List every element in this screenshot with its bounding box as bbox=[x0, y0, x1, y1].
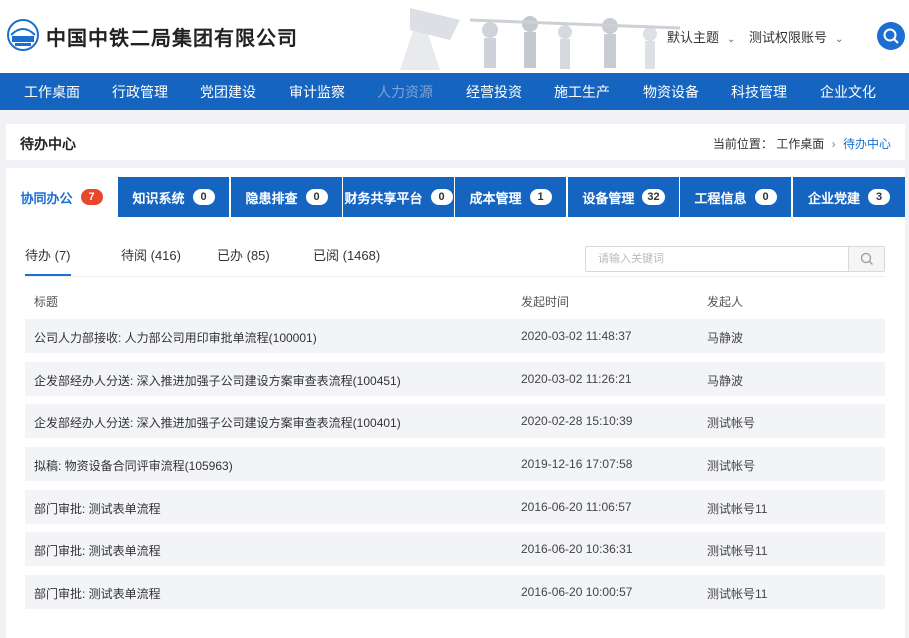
count-badge: 0 bbox=[430, 189, 453, 205]
row-time: 2020-02-28 15:10:39 bbox=[521, 414, 633, 429]
chevron-down-icon: ⌄ bbox=[727, 34, 736, 45]
account-label: 测试权限账号 bbox=[749, 30, 828, 45]
row-time: 2020-03-02 11:26:21 bbox=[521, 371, 632, 386]
nav-item-investment[interactable]: 经营投资 bbox=[466, 73, 522, 110]
nav-item-culture[interactable]: 企业文化 bbox=[820, 73, 876, 110]
chevron-right-icon: › bbox=[831, 137, 836, 151]
main-panel: 协同办公 7 知识系统 0 隐患排查 0 财务共享平台 0 成本管理 1 设备管理 32 工… bbox=[6, 168, 905, 638]
subtab-read[interactable]: 已阅 (1468) bbox=[313, 245, 380, 264]
todo-table: 标题 发起时间 发起人 公司人力部接收: 人力部公司用印审批单流程(100001… bbox=[25, 283, 885, 618]
top-header: 中国中铁二局集团有限公司 默认主题 ⌄ 测试权限账号 ⌄ bbox=[0, 0, 909, 73]
nav-item-audit[interactable]: 审计监察 bbox=[289, 73, 345, 110]
tab-hazard[interactable]: 隐患排查 0 bbox=[231, 177, 342, 217]
nav-item-hr[interactable]: 人力资源 bbox=[377, 73, 433, 110]
nav-item-party[interactable]: 党团建设 bbox=[200, 73, 256, 110]
row-title[interactable]: 企发部经办人分送: 深入推进加强子公司建设方案审查表流程(100401) bbox=[34, 414, 401, 431]
row-initiator: 马静波 bbox=[707, 373, 744, 388]
active-subtab-indicator bbox=[25, 274, 71, 276]
tab-label: 工程信息 bbox=[694, 190, 747, 206]
row-title[interactable]: 公司人力部接收: 人力部公司用印审批单流程(100001) bbox=[34, 329, 317, 346]
count-badge: 32 bbox=[642, 189, 665, 205]
tab-knowledge[interactable]: 知识系统 0 bbox=[118, 177, 229, 217]
row-time: 2016-06-20 11:06:57 bbox=[521, 499, 632, 514]
table-row[interactable]: 部门审批: 测试表单流程 2016-06-20 11:06:57 测试帐号11 bbox=[25, 489, 885, 524]
breadcrumb: 当前位置： 工作桌面 › 待办中心 bbox=[713, 135, 891, 152]
search-button[interactable] bbox=[848, 247, 884, 271]
table-row[interactable]: 部门审批: 测试表单流程 2016-06-20 10:00:57 测试帐号11 bbox=[25, 575, 885, 610]
row-time: 2016-06-20 10:36:31 bbox=[521, 542, 633, 557]
tab-project[interactable]: 工程信息 0 bbox=[680, 177, 791, 217]
keyword-search bbox=[585, 246, 885, 272]
tab-collab[interactable]: 协同办公 7 bbox=[6, 177, 117, 217]
subtab-divider bbox=[25, 276, 885, 277]
count-badge: 1 bbox=[529, 189, 552, 205]
col-header-time: 发起时间 bbox=[521, 295, 570, 309]
table-row[interactable]: 部门审批: 测试表单流程 2016-06-20 10:36:31 测试帐号11 bbox=[25, 532, 885, 567]
main-nav: 工作桌面 行政管理 党团建设 审计监察 人力资源 经营投资 施工生产 物资设备 … bbox=[0, 73, 909, 110]
count-badge: 0 bbox=[192, 189, 215, 205]
page-title: 待办中心 bbox=[20, 136, 76, 152]
row-time: 2016-06-20 10:00:57 bbox=[521, 585, 633, 600]
theme-label: 默认主题 bbox=[667, 30, 720, 45]
table-row[interactable]: 拟稿: 物资设备合同评审流程(105963) 2019-12-16 17:07:… bbox=[25, 447, 885, 482]
row-title[interactable]: 部门审批: 测试表单流程 bbox=[34, 585, 161, 602]
row-initiator: 马静波 bbox=[707, 331, 744, 345]
tab-label: 协同办公 bbox=[20, 190, 73, 206]
col-header-initiator: 发起人 bbox=[707, 295, 744, 309]
nav-item-admin[interactable]: 行政管理 bbox=[112, 73, 168, 110]
row-title[interactable]: 企发部经办人分送: 深入推进加强子公司建设方案审查表流程(100451) bbox=[34, 372, 401, 389]
subtab-done[interactable]: 已办 (85) bbox=[217, 245, 270, 264]
chevron-down-icon: ⌄ bbox=[835, 34, 844, 45]
tab-party-building[interactable]: 企业党建 3 bbox=[793, 177, 905, 217]
search-icon bbox=[860, 252, 873, 265]
col-header-title: 标题 bbox=[34, 295, 59, 309]
row-title[interactable]: 部门审批: 测试表单流程 bbox=[34, 500, 161, 517]
search-icon bbox=[883, 28, 899, 44]
theme-dropdown[interactable]: 默认主题 ⌄ bbox=[667, 27, 735, 46]
count-badge: 7 bbox=[80, 189, 103, 205]
tab-label: 设备管理 bbox=[582, 190, 635, 206]
tab-device[interactable]: 设备管理 32 bbox=[568, 177, 679, 217]
table-row[interactable]: 公司人力部接收: 人力部公司用印审批单流程(100001) 2020-03-02… bbox=[25, 319, 885, 353]
row-initiator: 测试帐号11 bbox=[707, 587, 768, 602]
row-time: 2020-03-02 11:48:37 bbox=[521, 329, 632, 343]
nav-item-construction[interactable]: 施工生产 bbox=[554, 73, 610, 110]
row-initiator: 测试帐号 bbox=[707, 416, 756, 431]
breadcrumb-current: 待办中心 bbox=[842, 137, 891, 151]
row-initiator: 测试帐号11 bbox=[707, 544, 768, 559]
breadcrumb-prefix: 当前位置： bbox=[712, 137, 773, 151]
tab-label: 企业党建 bbox=[807, 190, 860, 206]
company-name: 中国中铁二局集团有限公司 bbox=[46, 28, 298, 50]
subtab-todo[interactable]: 待办 (7) bbox=[25, 245, 71, 264]
search-input[interactable] bbox=[586, 247, 848, 271]
tab-label: 知识系统 bbox=[132, 190, 185, 206]
account-dropdown[interactable]: 测试权限账号 ⌄ bbox=[749, 27, 843, 46]
tab-label: 财务共享平台 bbox=[344, 190, 423, 206]
tab-finance[interactable]: 财务共享平台 0 bbox=[343, 177, 454, 217]
row-initiator: 测试帐号 bbox=[707, 459, 756, 474]
tab-label: 隐患排查 bbox=[245, 190, 298, 206]
row-title[interactable]: 部门审批: 测试表单流程 bbox=[34, 542, 161, 559]
banner-illustration bbox=[380, 0, 700, 73]
nav-item-workdesk[interactable]: 工作桌面 bbox=[24, 73, 80, 110]
count-badge: 3 bbox=[868, 189, 890, 205]
global-search-button[interactable] bbox=[877, 22, 905, 50]
table-header: 标题 发起时间 发起人 bbox=[25, 283, 885, 319]
count-badge: 0 bbox=[754, 189, 777, 205]
company-logo-icon bbox=[7, 19, 39, 51]
nav-item-equipment[interactable]: 物资设备 bbox=[643, 73, 699, 110]
subtab-toread[interactable]: 待阅 (416) bbox=[121, 245, 181, 264]
tab-cost[interactable]: 成本管理 1 bbox=[455, 177, 566, 217]
breadcrumb-bar: 待办中心 当前位置： 工作桌面 › 待办中心 bbox=[6, 124, 905, 160]
breadcrumb-parent[interactable]: 工作桌面 bbox=[776, 137, 824, 151]
count-badge: 0 bbox=[305, 189, 328, 205]
row-initiator: 测试帐号11 bbox=[707, 501, 768, 516]
row-time: 2019-12-16 17:07:58 bbox=[521, 457, 633, 472]
table-row[interactable]: 企发部经办人分送: 深入推进加强子公司建设方案审查表流程(100401) 202… bbox=[25, 404, 885, 439]
table-row[interactable]: 企发部经办人分送: 深入推进加强子公司建设方案审查表流程(100451) 202… bbox=[25, 361, 885, 396]
tab-label: 成本管理 bbox=[469, 190, 522, 206]
system-tabs: 协同办公 7 知识系统 0 隐患排查 0 财务共享平台 0 成本管理 1 设备管理 32 工… bbox=[6, 177, 905, 217]
row-title[interactable]: 拟稿: 物资设备合同评审流程(105963) bbox=[34, 457, 233, 474]
nav-item-tech[interactable]: 科技管理 bbox=[731, 73, 787, 110]
